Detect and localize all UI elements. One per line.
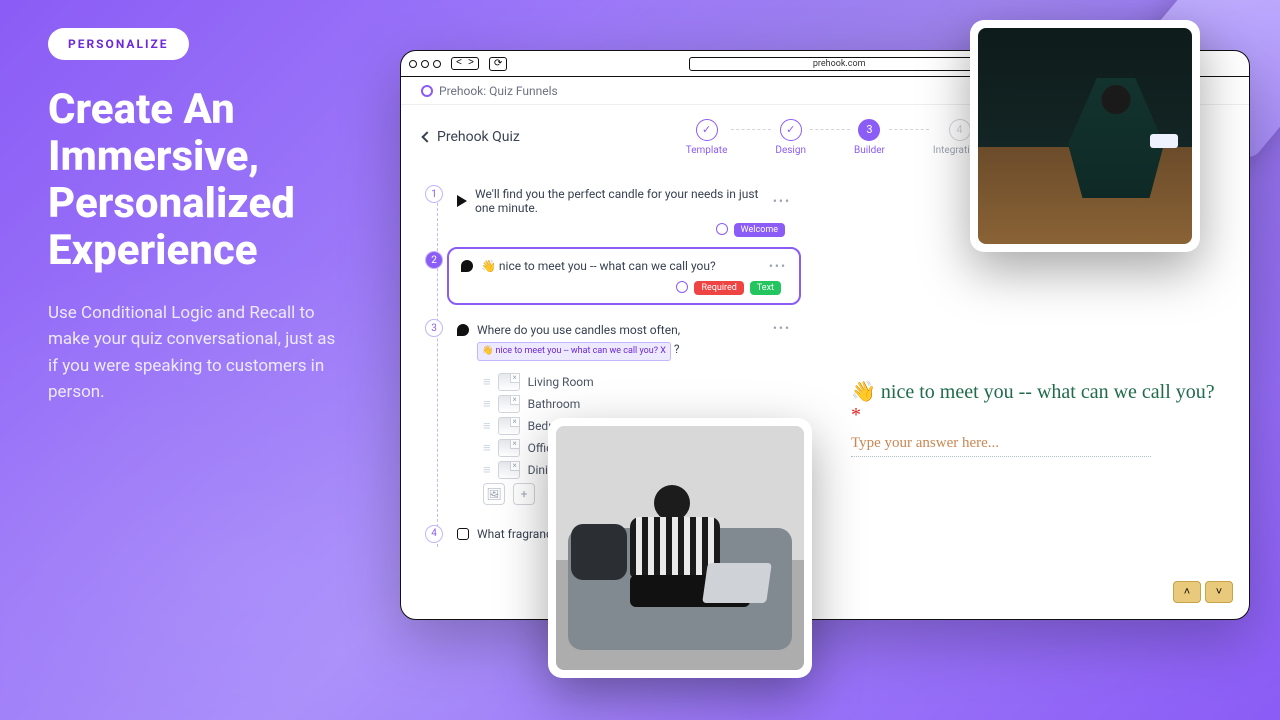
subhead: Use Conditional Logic and Recall to make… [48, 300, 348, 405]
question-2[interactable]: 2 👋 nice to meet you -- what can we call… [453, 247, 795, 305]
checkbox-icon [457, 528, 469, 540]
question-1[interactable]: 1 We'll find you the perfect candle for … [453, 181, 795, 237]
more-icon[interactable]: ••• [769, 259, 787, 273]
chat-icon [457, 324, 469, 336]
more-icon[interactable]: ••• [773, 194, 791, 208]
question-text: What fragrance [477, 527, 559, 541]
tag-welcome: Welcome [734, 223, 785, 237]
chat-icon [461, 260, 473, 272]
drag-handle-icon[interactable]: ≡ [483, 462, 490, 478]
thumb-icon[interactable]: × [498, 395, 520, 413]
window-zoom-icon[interactable] [433, 60, 441, 68]
step-template[interactable]: ✓Template [686, 119, 728, 156]
question-text: Where do you use candles most often, [477, 323, 680, 337]
recall-token[interactable]: 👋 nice to meet you -- what can we call y… [477, 342, 671, 360]
headline: Create An Immersive, Personalized Experi… [48, 86, 368, 274]
add-option-button[interactable]: + [513, 483, 535, 505]
play-icon [457, 195, 467, 207]
drag-handle-icon[interactable]: ≡ [483, 374, 490, 390]
drag-handle-icon[interactable]: ≡ [483, 396, 490, 412]
thumb-icon[interactable]: × [498, 417, 520, 435]
drag-handle-icon[interactable]: ≡ [483, 440, 490, 456]
option-row[interactable]: ≡×Bathroom [483, 395, 795, 413]
app-title: Prehook: Quiz Funnels [439, 84, 558, 98]
category-pill: PERSONALIZE [48, 28, 189, 60]
url-bar[interactable]: prehook.com [689, 57, 989, 71]
app-logo-icon [421, 85, 433, 97]
tag-required: Required [694, 281, 743, 295]
thumb-icon[interactable]: × [498, 373, 520, 391]
drag-handle-icon[interactable]: ≡ [483, 418, 490, 434]
question-text: We'll find you the perfect candle for yo… [475, 187, 765, 215]
gear-icon[interactable] [676, 281, 688, 293]
question-text: 👋 nice to meet you -- what can we call y… [481, 259, 716, 273]
thumb-icon[interactable]: × [498, 461, 520, 479]
step-builder[interactable]: 3Builder [854, 119, 885, 156]
prev-question-button[interactable]: ˄ [1173, 581, 1201, 603]
chevron-left-icon [421, 131, 432, 142]
preview-question: 👋 nice to meet you -- what can we call y… [851, 381, 1215, 403]
window-close-icon[interactable] [409, 60, 417, 68]
required-mark: * [851, 404, 861, 426]
photo-man-on-phone [970, 20, 1200, 252]
thumb-icon[interactable]: × [498, 439, 520, 457]
window-minimize-icon[interactable] [421, 60, 429, 68]
nav-refresh-icon[interactable]: ⟳ [489, 57, 507, 71]
back-button[interactable]: Prehook Quiz [423, 129, 520, 145]
answer-input[interactable]: Type your answer here... [851, 435, 1151, 457]
add-image-button[interactable]: 🖼 [483, 483, 505, 505]
step-design[interactable]: ✓Design [775, 119, 806, 156]
back-label: Prehook Quiz [437, 129, 520, 145]
photo-woman-on-laptop [548, 418, 812, 678]
next-question-button[interactable]: ˅ [1205, 581, 1233, 603]
tag-text: Text [750, 281, 781, 295]
nav-back-forward[interactable]: < > [451, 57, 479, 70]
question-text-suffix: ? [674, 342, 680, 356]
option-row[interactable]: ≡×Living Room [483, 373, 795, 391]
more-icon[interactable]: ••• [773, 321, 791, 335]
gear-icon[interactable] [716, 223, 728, 235]
